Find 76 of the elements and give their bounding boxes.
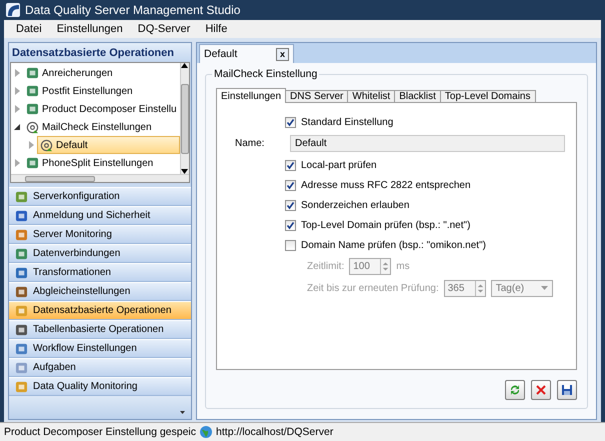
checkbox-label: Local-part prüfen xyxy=(301,160,377,170)
nav-item[interactable]: Datensatzbasierte Operationen xyxy=(9,301,191,320)
menu-item[interactable]: Einstellungen xyxy=(56,23,123,35)
close-tab-button[interactable]: x xyxy=(276,48,289,60)
document-tab[interactable]: Default x xyxy=(199,44,294,63)
menu-item[interactable]: Datei xyxy=(16,23,42,35)
nav-item[interactable]: Anmeldung und Sicherheit xyxy=(9,206,191,225)
dropdown-caret-icon xyxy=(540,286,548,290)
chevron-down-icon[interactable] xyxy=(180,411,185,414)
save-button[interactable] xyxy=(557,380,577,400)
nav-item[interactable]: Datenverbindungen xyxy=(9,244,191,263)
vertical-scrollbar[interactable] xyxy=(180,63,189,174)
checkbox-label: Domain Name prüfen (bsp.: "omikon.net") xyxy=(301,240,486,250)
checkbox[interactable] xyxy=(285,180,296,190)
cancel-button[interactable] xyxy=(531,380,551,400)
nav-item[interactable]: Serverkonfiguration xyxy=(9,187,191,206)
item-icon xyxy=(26,67,39,79)
menu-item[interactable]: Hilfe xyxy=(205,23,228,35)
globe-icon xyxy=(199,425,214,439)
refresh-icon xyxy=(509,384,521,396)
nav-item[interactable]: Server Monitoring xyxy=(9,225,191,244)
checkbox[interactable] xyxy=(285,200,296,210)
item-icon xyxy=(15,380,28,392)
checkbox[interactable] xyxy=(285,240,296,250)
tree-item[interactable]: Product Decomposer Einstellu xyxy=(23,100,180,118)
unit-label: ms xyxy=(396,260,410,272)
checkbox[interactable] xyxy=(285,220,296,230)
tree-item[interactable]: PhoneSplit Einstellungen xyxy=(23,154,156,172)
window-title: Data Quality Server Management Studio xyxy=(25,3,240,17)
settings-tab[interactable]: Top-Level Domains xyxy=(440,90,536,103)
settings-tab[interactable]: DNS Server xyxy=(285,90,348,103)
checkbox[interactable] xyxy=(285,160,296,170)
expanded-triangle-icon[interactable] xyxy=(14,123,21,131)
nav-item[interactable]: Abgleicheinstellungen xyxy=(9,282,191,301)
menu-item[interactable]: DQ-Server xyxy=(138,23,190,35)
settings-tab[interactable]: Whitelist xyxy=(347,90,396,103)
app-logo-icon xyxy=(6,3,20,17)
refresh-button[interactable] xyxy=(505,380,525,400)
item-icon xyxy=(15,304,28,316)
checkbox-label: Adresse muss RFC 2822 entsprechen xyxy=(301,180,471,190)
settings-tab[interactable]: Einstellungen xyxy=(216,88,286,103)
panel-title: Datensatzbasierte Operationen xyxy=(9,43,191,62)
nav-item[interactable]: Tabellenbasierte Operationen xyxy=(9,320,191,339)
checkbox[interactable] xyxy=(285,116,296,128)
tree-item[interactable]: Anreicherungen xyxy=(23,64,116,82)
nav-item[interactable]: Workflow Einstellungen xyxy=(9,339,191,358)
item-icon xyxy=(26,103,39,115)
item-icon xyxy=(15,248,28,260)
nav-item[interactable]: Transformationen xyxy=(9,263,191,282)
item-icon xyxy=(26,85,39,97)
item-icon xyxy=(15,266,28,278)
tree-item[interactable]: Default xyxy=(37,136,180,154)
item-icon xyxy=(15,342,28,354)
item-icon xyxy=(26,157,39,169)
nav-item[interactable]: Aufgaben xyxy=(9,358,191,377)
checkbox-label: Sonderzeichen erlauben xyxy=(301,200,410,210)
status-message: Product Decomposer Einstellung gespeic xyxy=(4,426,196,438)
item-icon xyxy=(15,228,28,240)
close-icon xyxy=(536,385,546,395)
nav-item[interactable]: Data Quality Monitoring xyxy=(9,377,191,396)
item-icon xyxy=(15,286,28,298)
field-label: Name: xyxy=(235,138,266,148)
horizontal-scrollbar[interactable] xyxy=(11,174,189,182)
status-url: http://localhost/DQServer xyxy=(216,426,334,438)
item-icon xyxy=(15,190,28,202)
checkbox-label: Standard Einstellung xyxy=(301,116,394,128)
settings-tab[interactable]: Blacklist xyxy=(394,90,441,103)
checkbox-label: Top-Level Domain prüfen (bsp.: ".net") xyxy=(301,220,470,230)
item-icon xyxy=(15,324,28,336)
group-title: MailCheck Einstellung xyxy=(212,68,320,80)
item-icon xyxy=(15,362,28,374)
item-icon xyxy=(15,210,28,222)
tree-item[interactable]: MailCheck Einstellungen xyxy=(23,118,155,136)
tree-item[interactable]: Postfit Einstellungen xyxy=(23,82,136,100)
field-label: Zeit bis zur erneuten Prüfung: xyxy=(307,282,439,294)
field-label: Zeitlimit: xyxy=(307,260,344,272)
